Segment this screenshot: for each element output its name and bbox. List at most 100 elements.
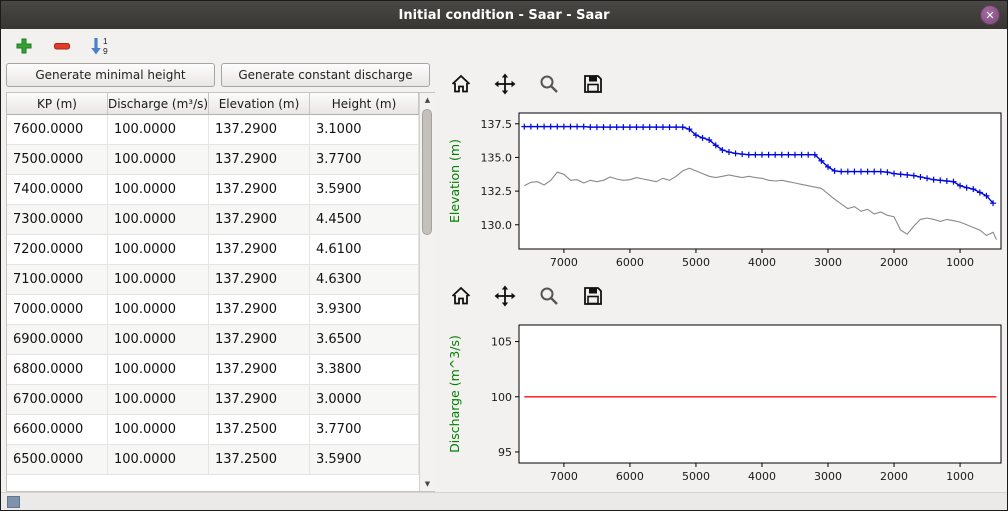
svg-text:9: 9 (103, 46, 108, 56)
zoom-button[interactable] (535, 283, 563, 309)
resize-grip[interactable] (7, 496, 20, 508)
column-header[interactable]: Height (m) (310, 93, 419, 114)
table-cell[interactable]: 3.5900 (310, 445, 419, 474)
table-cell[interactable]: 4.6300 (310, 265, 419, 294)
table-cell[interactable]: 100.0000 (108, 355, 209, 384)
table-cell[interactable]: 3.3800 (310, 355, 419, 384)
table-cell[interactable]: 3.1000 (310, 115, 419, 144)
scrollbar-track[interactable] (420, 107, 435, 477)
svg-text:105: 105 (491, 336, 512, 349)
table-cell[interactable]: 7500.0000 (7, 145, 108, 174)
svg-text:132.5: 132.5 (481, 185, 513, 198)
table-cell[interactable]: 6700.0000 (7, 385, 108, 414)
table-cell[interactable]: 100.0000 (108, 115, 209, 144)
save-button[interactable] (579, 71, 607, 97)
column-header[interactable]: Discharge (m³/s) (108, 93, 209, 114)
title-bar[interactable]: Initial condition - Saar - Saar ✕ (1, 1, 1007, 29)
magnifier-icon (538, 73, 560, 95)
pan-button[interactable] (491, 71, 519, 97)
table-cell[interactable]: 4.4500 (310, 205, 419, 234)
table-cell[interactable]: 137.2900 (209, 115, 310, 144)
table-cell[interactable]: 7400.0000 (7, 175, 108, 204)
table-row[interactable]: 7600.0000100.0000137.29003.1000 (7, 115, 419, 145)
column-header[interactable]: Elevation (m) (209, 93, 310, 114)
table-cell[interactable]: 100.0000 (108, 265, 209, 294)
table-row[interactable]: 7300.0000100.0000137.29004.4500 (7, 205, 419, 235)
svg-text:130.0: 130.0 (481, 219, 513, 232)
svg-text:1: 1 (103, 36, 108, 46)
table-row[interactable]: 6500.0000100.0000137.25003.5900 (7, 445, 419, 475)
table-cell[interactable]: 7300.0000 (7, 205, 108, 234)
table-cell[interactable]: 137.2900 (209, 325, 310, 354)
table-row[interactable]: 6800.0000100.0000137.29003.3800 (7, 355, 419, 385)
table-cell[interactable]: 3.7700 (310, 415, 419, 444)
svg-text:2000: 2000 (880, 256, 908, 269)
table-cell[interactable]: 100.0000 (108, 415, 209, 444)
table-cell[interactable]: 7000.0000 (7, 295, 108, 324)
scrollbar-thumb[interactable] (422, 109, 432, 235)
table-cell[interactable]: 4.6100 (310, 235, 419, 264)
table-cell[interactable]: 100.0000 (108, 175, 209, 204)
scroll-down-arrow[interactable]: ▼ (420, 477, 435, 491)
table-cell[interactable]: 100.0000 (108, 145, 209, 174)
table-cell[interactable]: 137.2500 (209, 415, 310, 444)
close-button[interactable]: ✕ (980, 5, 1000, 25)
table-row[interactable]: 7400.0000100.0000137.29003.5900 (7, 175, 419, 205)
table-cell[interactable]: 7600.0000 (7, 115, 108, 144)
table-cell[interactable]: 137.2900 (209, 295, 310, 324)
table-cell[interactable]: 100.0000 (108, 235, 209, 264)
scroll-up-arrow[interactable]: ▲ (420, 93, 435, 107)
table-cell[interactable]: 137.2900 (209, 235, 310, 264)
generate-minimal-height-button[interactable]: Generate minimal height (6, 63, 215, 87)
table-cell[interactable]: 137.2500 (209, 445, 310, 474)
home-button[interactable] (447, 71, 475, 97)
generate-constant-discharge-button[interactable]: Generate constant discharge (221, 63, 430, 87)
vertical-scrollbar[interactable]: ▲ ▼ (419, 93, 435, 491)
table-cell[interactable]: 6900.0000 (7, 325, 108, 354)
remove-row-button[interactable] (49, 33, 75, 59)
table-cell[interactable]: 137.2900 (209, 175, 310, 204)
table-panel: 1 9 Generate minimal height Generate con… (1, 29, 435, 492)
table-row[interactable]: 7100.0000100.0000137.29004.6300 (7, 265, 419, 295)
discharge-plot[interactable]: 105100957000600050004000300020001000Disc… (443, 319, 1007, 489)
table-cell[interactable]: 100.0000 (108, 295, 209, 324)
table-cell[interactable]: 137.2900 (209, 355, 310, 384)
home-button[interactable] (447, 283, 475, 309)
table-cell[interactable]: 137.2900 (209, 205, 310, 234)
table-cell[interactable]: 7200.0000 (7, 235, 108, 264)
table-cell[interactable]: 100.0000 (108, 325, 209, 354)
table-row[interactable]: 7000.0000100.0000137.29003.9300 (7, 295, 419, 325)
table-row[interactable]: 6700.0000100.0000137.29003.0000 (7, 385, 419, 415)
table-cell[interactable]: 137.2900 (209, 265, 310, 294)
table-toolbar: 1 9 (1, 29, 435, 63)
table-grid: KP (m)Discharge (m³/s)Elevation (m)Heigh… (7, 93, 419, 491)
table-row[interactable]: 7500.0000100.0000137.29003.7700 (7, 145, 419, 175)
table-row[interactable]: 6900.0000100.0000137.29003.6500 (7, 325, 419, 355)
table-row[interactable]: 7200.0000100.0000137.29004.6100 (7, 235, 419, 265)
pan-button[interactable] (491, 283, 519, 309)
table-row[interactable]: 6600.0000100.0000137.25003.7700 (7, 415, 419, 445)
table-cell[interactable]: 6500.0000 (7, 445, 108, 474)
table-cell[interactable]: 100.0000 (108, 445, 209, 474)
sort-button[interactable]: 1 9 (87, 33, 113, 59)
home-icon (450, 285, 472, 307)
table-header: KP (m)Discharge (m³/s)Elevation (m)Heigh… (7, 93, 419, 115)
table-cell[interactable]: 3.5900 (310, 175, 419, 204)
elevation-plot[interactable]: 137.5135.0132.5130.070006000500040003000… (443, 107, 1007, 275)
table-cell[interactable]: 137.2900 (209, 385, 310, 414)
table-cell[interactable]: 3.0000 (310, 385, 419, 414)
zoom-button[interactable] (535, 71, 563, 97)
table-cell[interactable]: 3.6500 (310, 325, 419, 354)
table-cell[interactable]: 100.0000 (108, 385, 209, 414)
column-header[interactable]: KP (m) (7, 93, 108, 114)
add-row-button[interactable] (11, 33, 37, 59)
table-cell[interactable]: 3.9300 (310, 295, 419, 324)
discharge-plot-toolbar (443, 281, 1007, 311)
table-cell[interactable]: 3.7700 (310, 145, 419, 174)
table-cell[interactable]: 6600.0000 (7, 415, 108, 444)
table-cell[interactable]: 7100.0000 (7, 265, 108, 294)
save-button[interactable] (579, 283, 607, 309)
table-cell[interactable]: 6800.0000 (7, 355, 108, 384)
table-cell[interactable]: 137.2900 (209, 145, 310, 174)
table-cell[interactable]: 100.0000 (108, 205, 209, 234)
